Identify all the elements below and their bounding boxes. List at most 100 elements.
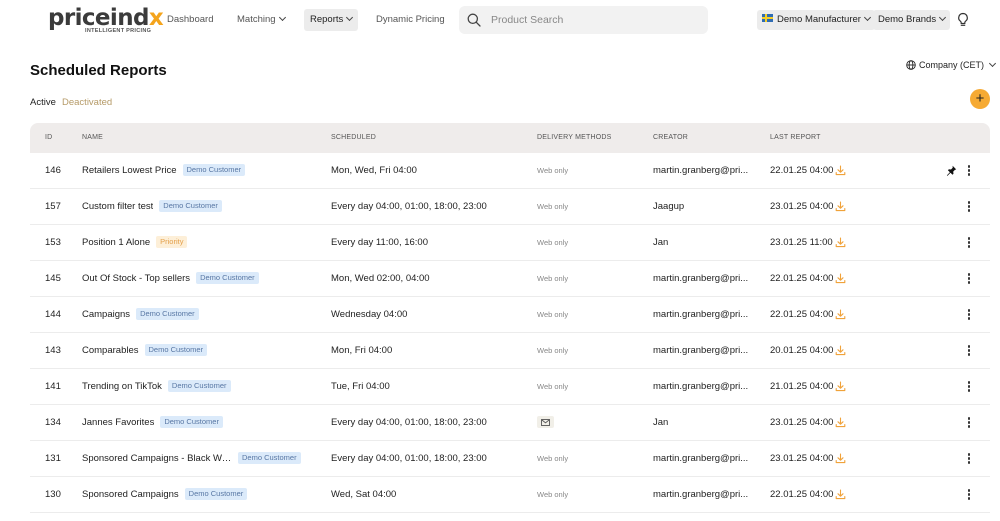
report-name[interactable]: Retailers Lowest Price	[82, 153, 177, 189]
header-last-report[interactable]: LAST REPORT	[770, 123, 821, 153]
download-icon[interactable]	[835, 381, 846, 392]
customer-badge: Demo Customer	[144, 344, 208, 356]
manufacturer-selector[interactable]: Demo Manufacturer	[757, 10, 875, 30]
table-row[interactable]: 141 Trending on TikTok Demo Customer Tue, F…	[30, 369, 990, 405]
table-row[interactable]: 146 Retailers Lowest Price Demo Customer Mo…	[30, 153, 990, 189]
report-creator: martin.granberg@pri...	[653, 489, 749, 500]
report-name[interactable]: Comparables	[82, 333, 139, 369]
more-vertical-icon[interactable]	[967, 345, 971, 357]
report-name-cell[interactable]: Comparables Demo Customer	[82, 333, 208, 369]
report-name[interactable]: Trending on TikTok	[82, 369, 162, 405]
search-input[interactable]	[491, 10, 696, 30]
header-name[interactable]: NAME	[82, 123, 103, 153]
report-name[interactable]: Sponsored Campaigns	[82, 477, 179, 513]
nav-dashboard[interactable]: Dashboard	[161, 9, 219, 31]
nav-matching[interactable]: Matching	[231, 9, 291, 31]
report-name[interactable]: Campaigns	[82, 297, 130, 333]
more-vertical-icon[interactable]	[967, 489, 971, 501]
download-icon[interactable]	[835, 273, 846, 284]
table-row[interactable]: 134 Jannes Favorites Demo Customer Every da…	[30, 405, 990, 441]
pin-icon[interactable]	[946, 165, 957, 176]
tab-deactivated[interactable]: Deactivated	[62, 97, 112, 108]
mail-icon	[537, 416, 554, 429]
more-vertical-icon[interactable]	[967, 417, 971, 429]
download-icon[interactable]	[835, 489, 846, 500]
last-report-time: 23.01.25 11:00	[770, 237, 833, 248]
table-row[interactable]: 130 Sponsored Campaigns Demo Customer Wed, …	[30, 477, 990, 513]
report-name[interactable]: Jannes Favorites	[82, 405, 154, 441]
product-search[interactable]	[459, 6, 708, 34]
tab-active[interactable]: Active	[30, 97, 56, 108]
report-name[interactable]: Custom filter test	[82, 189, 153, 225]
more-vertical-icon[interactable]	[967, 165, 971, 177]
header-delivery-methods[interactable]: DELIVERY METHODS	[537, 123, 612, 153]
delivery-method: Web only	[537, 202, 569, 211]
more-vertical-icon[interactable]	[967, 273, 971, 285]
priceindx-logo[interactable]: priceindx INTELLIGENT PRICING	[48, 6, 164, 36]
report-id: 134	[45, 417, 61, 428]
top-navigation-bar: priceindx INTELLIGENT PRICING Dashboard …	[0, 0, 1000, 40]
nav-dynamic-pricing[interactable]: Dynamic Pricing	[370, 9, 451, 31]
table-row[interactable]: 157 Custom filter test Demo Customer Every …	[30, 189, 990, 225]
download-icon[interactable]	[835, 417, 846, 428]
nav-reports[interactable]: Reports	[304, 9, 359, 31]
download-icon[interactable]	[835, 237, 846, 248]
more-vertical-icon[interactable]	[967, 201, 971, 213]
report-name-cell[interactable]: Position 1 Alone Priority	[82, 225, 188, 261]
last-report-time: 23.01.25 04:00	[770, 201, 834, 212]
nav-matching-label: Matching	[237, 14, 276, 25]
download-icon[interactable]	[835, 453, 846, 464]
report-name-cell[interactable]: Jannes Favorites Demo Customer	[82, 405, 223, 441]
report-name-cell[interactable]: Campaigns Demo Customer	[82, 297, 199, 333]
add-report-button[interactable]: +	[970, 89, 990, 109]
header-scheduled[interactable]: SCHEDULED	[331, 123, 376, 153]
report-id: 145	[45, 273, 61, 284]
report-creator: Jaagup	[653, 201, 685, 212]
header-creator[interactable]: CREATOR	[653, 123, 688, 153]
report-name-cell[interactable]: Retailers Lowest Price Demo Customer	[82, 153, 246, 189]
delivery-method: Web only	[537, 490, 569, 499]
last-report-time: 22.01.25 04:00	[770, 165, 834, 176]
report-name-cell[interactable]: Sponsored Campaigns Demo Customer	[82, 477, 248, 513]
last-report-time: 23.01.25 04:00	[770, 417, 834, 428]
brands-selector[interactable]: Demo Brands	[873, 10, 951, 30]
header-id[interactable]: ID	[45, 123, 52, 153]
lightbulb-icon[interactable]	[956, 12, 970, 28]
globe-icon	[906, 59, 916, 70]
report-schedule: Wed, Sat 04:00	[331, 489, 397, 500]
report-id: 141	[45, 381, 61, 392]
customer-badge: Demo Customer	[182, 164, 246, 176]
report-name-cell[interactable]: Custom filter test Demo Customer	[82, 189, 222, 225]
download-icon[interactable]	[835, 309, 846, 320]
report-name-cell[interactable]: Trending on TikTok Demo Customer	[82, 369, 231, 405]
download-icon[interactable]	[835, 345, 846, 356]
report-name[interactable]: Position 1 Alone	[82, 225, 150, 261]
report-schedule: Every day 04:00, 01:00, 18:00, 23:00	[331, 453, 487, 464]
download-icon[interactable]	[835, 165, 846, 176]
more-vertical-icon[interactable]	[967, 453, 971, 465]
table-row[interactable]: 153 Position 1 Alone Priority Every day 11:…	[30, 225, 990, 261]
customer-badge: Demo Customer	[167, 380, 231, 392]
customer-badge: Demo Customer	[136, 308, 199, 320]
last-report-time: 22.01.25 04:00	[770, 309, 834, 320]
table-row[interactable]: 145 Out Of Stock - Top sellers Demo Custom…	[30, 261, 990, 297]
more-vertical-icon[interactable]	[967, 381, 971, 393]
report-creator: Jan	[653, 417, 669, 428]
logo-tagline: INTELLIGENT PRICING	[85, 28, 152, 34]
table-row[interactable]: 144 Campaigns Demo Customer Wednesday 04:00…	[30, 297, 990, 333]
download-icon[interactable]	[835, 201, 846, 212]
scheduled-reports-table: ID NAME SCHEDULED DELIVERY METHODS CREAT…	[30, 123, 990, 521]
report-name-cell[interactable]: Out Of Stock - Top sellers Demo Customer	[82, 261, 259, 297]
report-creator: Jan	[653, 237, 669, 248]
more-vertical-icon[interactable]	[967, 237, 971, 249]
page-title: Scheduled Reports	[30, 62, 167, 79]
table-row[interactable]: 131 Sponsored Campaigns - Black Week... De…	[30, 441, 990, 477]
report-name[interactable]: Out Of Stock - Top sellers	[82, 261, 190, 297]
report-id: 130	[45, 489, 61, 500]
more-vertical-icon[interactable]	[967, 309, 971, 321]
table-row[interactable]: 143 Comparables Demo Customer Mon, Fri 04:0…	[30, 333, 990, 369]
last-report-time: 22.01.25 04:00	[770, 273, 834, 284]
report-name-cell[interactable]: Sponsored Campaigns - Black Week... Demo …	[82, 441, 301, 477]
timezone-selector[interactable]: Company (CET)	[906, 58, 997, 72]
report-name[interactable]: Sponsored Campaigns - Black Week...	[82, 441, 232, 477]
